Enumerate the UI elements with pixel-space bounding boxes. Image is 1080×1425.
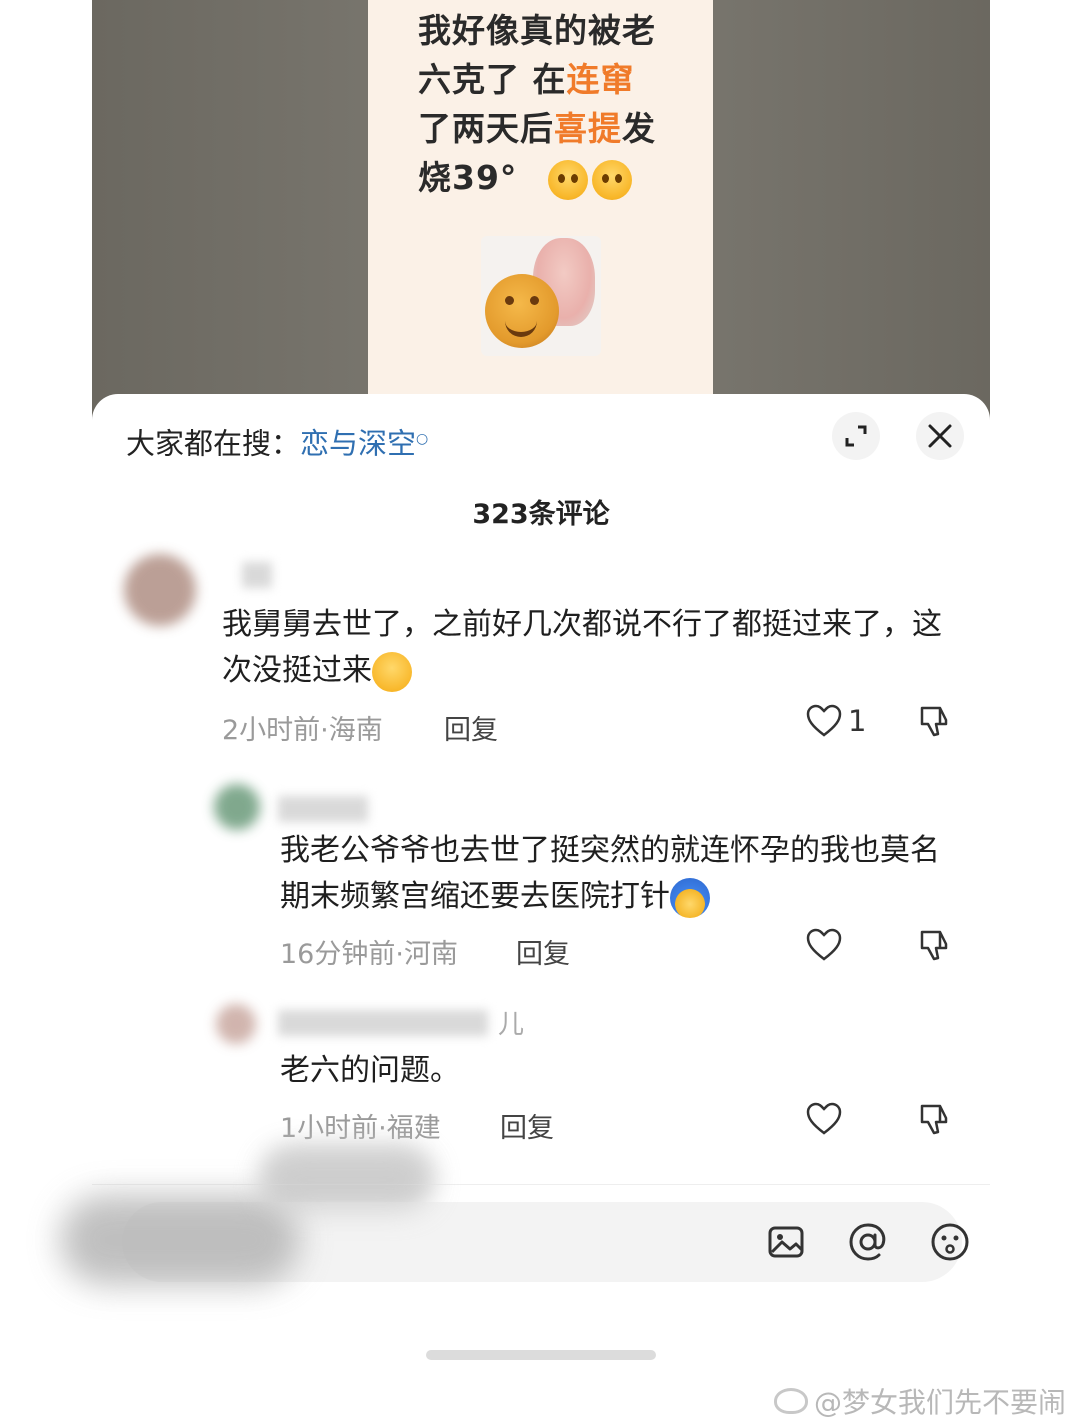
thumbs-down-icon	[920, 706, 948, 737]
anxious-emoji-icon	[670, 877, 710, 918]
avatar[interactable]	[214, 784, 260, 830]
home-indicator[interactable]	[426, 1350, 656, 1360]
expand-button[interactable]	[832, 412, 880, 460]
image-icon	[768, 1226, 804, 1258]
video-caption: 我好像真的被老 六克了 在连窜 了两天后喜提发 烧39°	[418, 6, 688, 202]
username-blurred[interactable]	[242, 562, 272, 588]
trending-search-prefix: 大家都在搜：	[126, 426, 301, 461]
caption-line-2: 六克了 在连窜	[418, 55, 688, 104]
reply-button[interactable]: 回复	[516, 932, 570, 971]
caption-highlight-1: 连窜	[566, 60, 635, 99]
expand-icon	[845, 425, 867, 447]
comment-text: 我舅舅去世了，之前好几次都说不行了都挺过来了，这次没挺过来	[222, 602, 962, 694]
username-blurred[interactable]	[278, 796, 368, 822]
like-button[interactable]	[806, 928, 842, 962]
username-tail[interactable]: 儿	[498, 1004, 524, 1041]
search-icon: ○	[416, 431, 429, 447]
username-blurred[interactable]	[278, 1010, 488, 1036]
comment-text-body: 我舅舅去世了，之前好几次都说不行了都挺过来了，这次没挺过来	[222, 607, 942, 688]
image-button[interactable]	[762, 1218, 810, 1266]
emoji-button[interactable]	[926, 1218, 974, 1266]
video-content-card: 我好像真的被老 六克了 在连窜 了两天后喜提发 烧39°	[368, 0, 713, 420]
weibo-watermark: @梦女我们先不要闹	[773, 1381, 1066, 1421]
like-button[interactable]: 1	[806, 704, 866, 738]
comment-meta: 16分钟前·河南	[280, 939, 458, 970]
dislike-button[interactable]	[918, 928, 952, 966]
thumbs-down-icon	[920, 1104, 948, 1135]
caption-line-2-a: 六克了 在	[418, 60, 567, 99]
reply-button[interactable]: 回复	[444, 708, 498, 747]
heart-icon	[806, 928, 842, 961]
avatar[interactable]	[216, 1004, 256, 1044]
avatar[interactable]	[124, 554, 196, 626]
blurred-overlay	[60, 1195, 300, 1285]
watermark-text: @梦女我们先不要闹	[813, 1386, 1066, 1419]
heart-icon	[806, 1102, 842, 1135]
comment-item: 我舅舅去世了，之前好几次都说不行了都挺过来了，这次没挺过来 2小时前·海南 回复…	[92, 544, 990, 754]
thumbs-down-icon	[920, 930, 948, 961]
like-button[interactable]	[806, 1102, 842, 1136]
caption-line-1: 我好像真的被老	[418, 11, 656, 50]
video-player[interactable]: 我好像真的被老 六克了 在连窜 了两天后喜提发 烧39°	[92, 0, 990, 420]
mention-button[interactable]	[844, 1218, 892, 1266]
close-icon	[928, 424, 952, 448]
at-icon	[849, 1223, 886, 1261]
trending-search-bar[interactable]: 大家都在搜：恋与深空○	[126, 416, 428, 462]
heart-icon	[806, 704, 842, 737]
blurred-overlay	[262, 1150, 432, 1210]
phone-screen: 我好像真的被老 六克了 在连窜 了两天后喜提发 烧39° 大家都在搜：恋与深空○	[92, 0, 990, 1372]
cookie-sticker-image	[481, 236, 601, 356]
comment-text-body: 我老公爷爷也去世了挺突然的就连怀孕的我也莫名期末频繁宫缩还要去医院打针	[280, 833, 940, 914]
caption-line-3-c: 发	[622, 109, 656, 148]
trending-search-term[interactable]: 恋与深空	[300, 427, 416, 461]
close-button[interactable]	[916, 412, 964, 460]
smile-emoji-icon	[372, 651, 412, 692]
weibo-logo-icon	[773, 1388, 808, 1414]
comment-reply-item: 我老公爷爷也去世了挺突然的就连怀孕的我也莫名期末频繁宫缩还要去医院打针 16分钟…	[92, 774, 990, 974]
caption-line-4-text: 烧39°	[418, 158, 518, 197]
comment-meta: 2小时前·海南	[222, 715, 383, 746]
crying-face-icon	[591, 159, 632, 200]
caption-line-4: 烧39°	[418, 153, 688, 202]
dislike-button[interactable]	[918, 1102, 952, 1140]
divider	[92, 1184, 990, 1185]
caption-line-3-a: 了两天后	[418, 109, 554, 148]
crying-face-icon	[547, 159, 588, 200]
comment-count: 323条评论	[472, 499, 610, 530]
dislike-button[interactable]	[918, 704, 952, 742]
reply-button[interactable]: 回复	[500, 1106, 554, 1145]
comment-reply-item: 儿 老六的问题。 1小时前·福建 回复	[92, 998, 990, 1168]
like-count: 1	[848, 704, 867, 738]
caption-line-3: 了两天后喜提发	[418, 104, 688, 153]
caption-highlight-2: 喜提	[554, 109, 622, 148]
comment-text: 我老公爷爷也去世了挺突然的就连怀孕的我也莫名期末频繁宫缩还要去医院打针	[280, 828, 960, 920]
comment-text: 老六的问题。	[280, 1053, 460, 1088]
emoji-icon	[931, 1223, 969, 1261]
comment-meta: 1小时前·福建	[280, 1113, 441, 1144]
